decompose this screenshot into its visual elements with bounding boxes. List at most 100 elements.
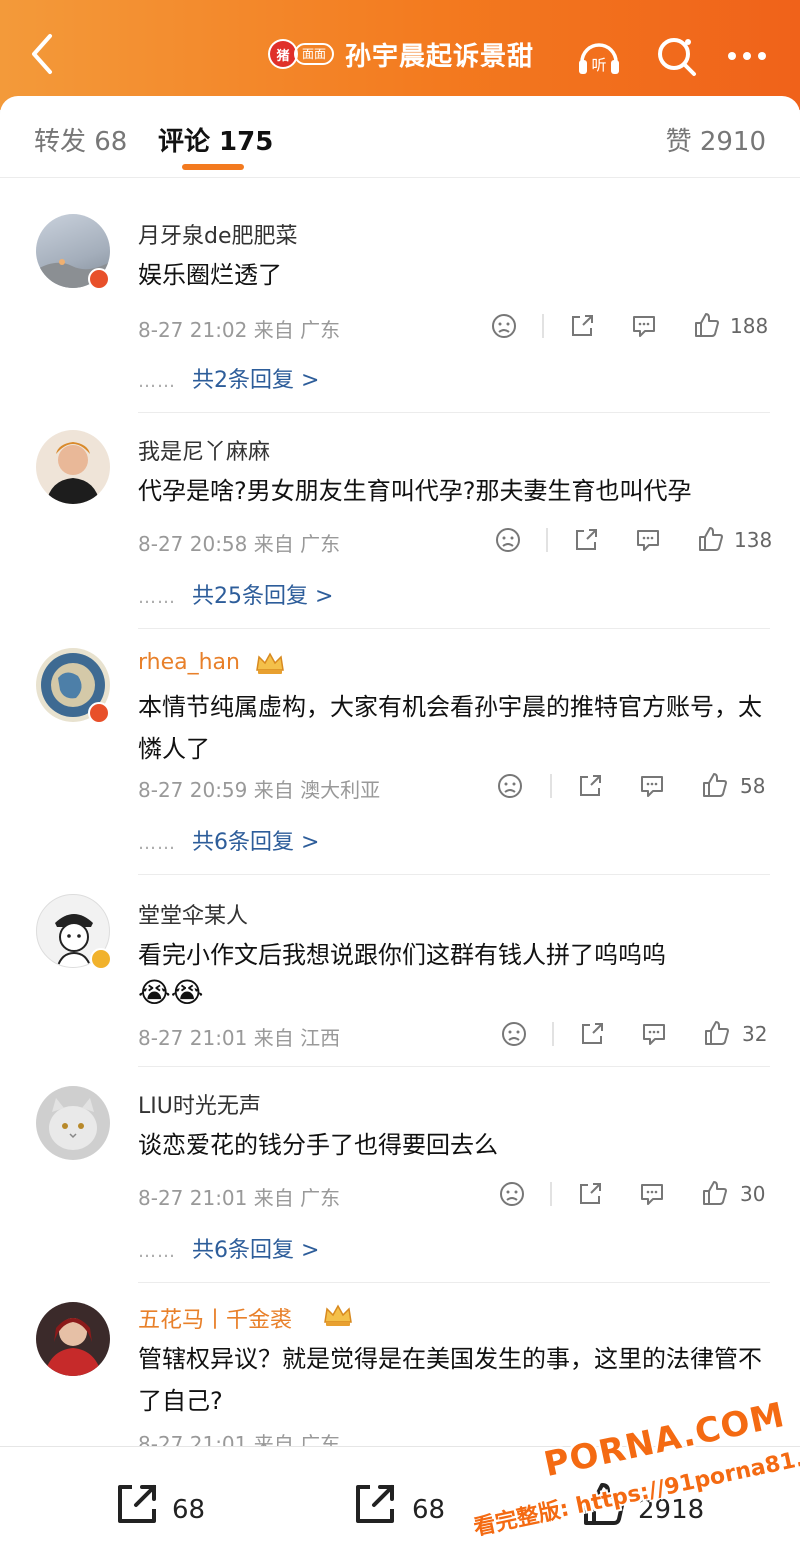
like-count: 32 — [742, 1022, 768, 1046]
reply-dots: …… — [138, 1241, 176, 1262]
comment-count: 68 — [412, 1495, 446, 1525]
thumbs-up-icon — [695, 313, 719, 337]
share-icon — [582, 1023, 603, 1044]
action-divider — [546, 528, 548, 552]
reply-button[interactable] — [638, 1180, 666, 1212]
comment-emoji: 😭😭 — [138, 976, 204, 1009]
crown-badge-icon — [256, 652, 284, 674]
comment-separator — [138, 412, 770, 413]
thumbs-up-icon — [584, 1483, 626, 1525]
comment-icon — [633, 316, 655, 337]
view-replies-link[interactable]: …… 共25条回复 > — [138, 578, 333, 610]
reply-button[interactable] — [640, 1020, 668, 1052]
share-icon — [580, 1183, 601, 1204]
repost-button[interactable] — [112, 1479, 162, 1535]
topic-tag[interactable]: 猪 面面 — [268, 37, 334, 71]
share-button[interactable] — [572, 526, 600, 558]
view-replies-link[interactable]: …… 共2条回复 > — [138, 362, 319, 394]
share-button[interactable] — [576, 1180, 604, 1212]
thumbs-up-icon — [703, 1181, 727, 1205]
comment-meta: 8-27 21:02 来自 广东 — [138, 318, 341, 342]
dislike-button[interactable] — [494, 526, 522, 558]
thumbs-up-icon — [703, 773, 727, 797]
verified-badge — [88, 702, 110, 724]
comment-separator — [138, 628, 770, 629]
tab-likes[interactable]: 赞 2910 — [666, 121, 766, 158]
like-count: 58 — [740, 774, 766, 798]
avatar-image — [49, 1098, 97, 1150]
dislike-button[interactable] — [500, 1020, 528, 1052]
back-button[interactable] — [22, 28, 62, 80]
comment-icon — [643, 1024, 665, 1045]
comment-icon — [641, 1184, 663, 1205]
comment-meta: 8-27 21:01 来自 江西 — [138, 1026, 341, 1050]
like-count: 138 — [734, 528, 773, 552]
search-button[interactable] — [652, 32, 702, 80]
comment-text: 本情节纯属虚构，大家有机会看孙宇晨的推特官方账号，太憐人了 — [138, 693, 762, 763]
view-replies-link[interactable]: …… 共6条回复 > — [138, 1232, 319, 1264]
tab-repost[interactable]: 转发 68 — [34, 121, 127, 158]
like-count: 188 — [730, 314, 769, 338]
reply-button[interactable] — [630, 312, 658, 344]
avatar[interactable] — [36, 430, 110, 504]
view-replies-link[interactable]: …… 共6条回复 > — [138, 824, 319, 856]
comment-separator — [138, 874, 770, 875]
comment-text: 代孕是啥?男女朋友生育叫代孕?那夫妻生育也叫代孕 — [138, 477, 692, 505]
comment-author[interactable]: 五花马丨千金裘 — [138, 1302, 292, 1334]
comment-icon — [356, 1485, 394, 1523]
share-button[interactable] — [578, 1020, 606, 1052]
search-icon — [658, 38, 696, 76]
dislike-button[interactable] — [498, 1180, 526, 1212]
comment-icon — [641, 776, 663, 797]
action-divider — [550, 1182, 552, 1206]
more-button[interactable] — [722, 32, 772, 80]
top-bar: 猪 面面 孙宇晨起诉景甜 听 — [0, 0, 800, 110]
comment-author[interactable]: 月牙泉de肥肥菜 — [138, 218, 298, 250]
like-button[interactable] — [692, 310, 722, 344]
dislike-button[interactable] — [496, 772, 524, 804]
replies-label: 共2条回复 > — [192, 368, 320, 393]
comment-meta: 8-27 21:01 来自 广东 — [138, 1186, 341, 1210]
back-icon — [32, 34, 52, 74]
listen-button[interactable]: 听 — [574, 32, 624, 80]
reply-button[interactable] — [634, 526, 662, 558]
like-button[interactable] — [700, 770, 730, 804]
comment-text: 娱乐圈烂透了 — [138, 261, 282, 289]
thumbs-up-icon — [699, 527, 723, 551]
replies-label: 共25条回复 > — [192, 584, 334, 609]
avatar[interactable] — [36, 1302, 110, 1376]
like-button[interactable] — [702, 1018, 732, 1052]
share-button[interactable] — [576, 772, 604, 804]
share-button[interactable] — [568, 312, 596, 344]
comments-panel: 转发 68 评论 175 赞 2910 月牙泉de肥肥菜 娱乐圈烂透了 8-27… — [0, 96, 800, 1446]
like-button[interactable] — [696, 524, 726, 558]
bottom-action-bar: 68 68 2918 — [0, 1446, 800, 1568]
tab-comments[interactable]: 评论 175 — [158, 121, 273, 158]
dislike-face-icon — [502, 1022, 526, 1046]
repost-icon — [118, 1485, 156, 1523]
comment-author[interactable]: 堂堂伞某人 — [138, 898, 248, 930]
tab-bar: 转发 68 评论 175 赞 2910 — [0, 96, 800, 178]
comment-text: 管辖权异议？就是觉得是在美国发生的事，这里的法律管不了自己? — [138, 1345, 762, 1415]
comment-author[interactable]: rhea_han — [138, 650, 240, 675]
comment-author[interactable]: LIU时光无声 — [138, 1088, 261, 1120]
like-count: 2918 — [638, 1495, 705, 1525]
dislike-face-icon — [498, 774, 522, 798]
page-title: 孙宇晨起诉景甜 — [345, 42, 535, 72]
dislike-button[interactable] — [490, 312, 518, 344]
avatar-image — [46, 442, 100, 504]
avatar-image — [44, 1318, 102, 1376]
like-button[interactable] — [580, 1479, 630, 1535]
dislike-face-icon — [492, 314, 516, 338]
comment-separator — [138, 1282, 770, 1283]
verified-badge — [90, 948, 112, 970]
reply-button[interactable] — [638, 772, 666, 804]
comment-meta: 8-27 20:58 来自 广东 — [138, 532, 341, 556]
comment-button[interactable] — [350, 1479, 400, 1535]
svg-text:听: 听 — [591, 56, 606, 74]
avatar[interactable] — [36, 1086, 110, 1160]
like-count: 30 — [740, 1182, 766, 1206]
replies-label: 共6条回复 > — [192, 830, 320, 855]
comment-author[interactable]: 我是尼丫麻麻 — [138, 434, 270, 466]
like-button[interactable] — [700, 1178, 730, 1212]
